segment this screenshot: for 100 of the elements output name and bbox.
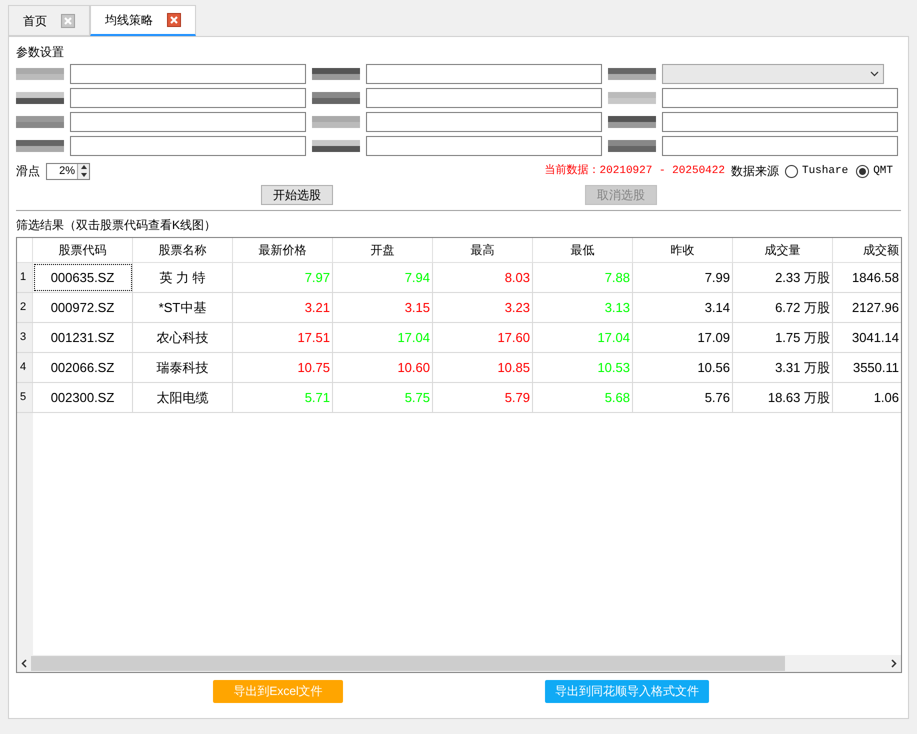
table-cell: 7.88 bbox=[533, 263, 633, 292]
table-cell: 10.75 bbox=[233, 353, 333, 382]
input-field[interactable] bbox=[70, 112, 306, 132]
table-cell: 7.99 bbox=[633, 263, 733, 292]
column-header[interactable]: 开盘 bbox=[333, 238, 433, 262]
scroll-right-icon[interactable] bbox=[891, 659, 897, 668]
chevron-down-icon bbox=[870, 71, 879, 77]
pixelated-label bbox=[608, 137, 656, 155]
pixelated-label bbox=[16, 89, 64, 107]
table-cell-text: 1846.58 bbox=[851, 268, 900, 287]
column-header[interactable]: 成交量 bbox=[733, 238, 833, 262]
table-cell: 17.09 bbox=[633, 323, 733, 352]
input-field[interactable] bbox=[70, 64, 306, 84]
table-cell: 10.56 bbox=[633, 353, 733, 382]
table-cell: 3.15 bbox=[333, 293, 433, 322]
table-cell: 17.04 bbox=[533, 323, 633, 352]
table-cell-text: 2127.96 bbox=[851, 298, 900, 317]
input-field[interactable] bbox=[366, 136, 602, 156]
table-cell: *ST中基 bbox=[133, 293, 233, 322]
pixelated-label bbox=[312, 65, 360, 83]
table-cell: 英 力 特 bbox=[133, 263, 233, 292]
pixelated-label bbox=[608, 113, 656, 131]
input-field[interactable] bbox=[662, 112, 898, 132]
spin-box[interactable]: 2% bbox=[46, 162, 90, 180]
table-cell: 瑞泰科技 bbox=[133, 353, 233, 382]
table-cell[interactable]: 002066.SZ bbox=[33, 353, 133, 382]
table-cell: 5.76 bbox=[633, 383, 733, 412]
table-cell: 5.68 bbox=[533, 383, 633, 412]
radio-option[interactable]: Tushare bbox=[784, 162, 848, 180]
pixelated-label bbox=[608, 65, 656, 83]
spinner-arrows-icon[interactable] bbox=[77, 164, 89, 178]
table-cell[interactable]: 002300.SZ bbox=[33, 383, 133, 412]
table-cell: 1.75 万股 bbox=[733, 323, 833, 352]
input-field[interactable] bbox=[70, 136, 306, 156]
column-header[interactable]: 最新价格 bbox=[233, 238, 333, 262]
input-field[interactable] bbox=[366, 64, 602, 84]
row-number: 1 bbox=[17, 263, 33, 292]
radio-button[interactable] bbox=[856, 164, 870, 178]
row-number: 5 bbox=[17, 383, 33, 412]
table-cell: 6.72 万股 bbox=[733, 293, 833, 322]
table-cell: 5.71 bbox=[233, 383, 333, 412]
pixelated-label bbox=[312, 89, 360, 107]
close-icon[interactable] bbox=[167, 13, 181, 27]
column-header[interactable]: 最高 bbox=[433, 238, 533, 262]
row-number: 3 bbox=[17, 323, 33, 352]
table-cell-text: 1.06 bbox=[872, 388, 900, 407]
tab[interactable]: 首页 bbox=[8, 5, 90, 36]
section-title: 参数设置 bbox=[16, 45, 64, 59]
table-cell: 17.51 bbox=[233, 323, 333, 352]
table-cell[interactable]: 001231.SZ bbox=[33, 323, 133, 352]
table-cell: 太阳电缆 bbox=[133, 383, 233, 412]
table-cell: 17.04 bbox=[333, 323, 433, 352]
scroll-left-icon[interactable] bbox=[21, 659, 27, 668]
section-title: 筛选结果（双击股票代码查看K线图） bbox=[16, 218, 216, 232]
table-cell: 8.03 bbox=[433, 263, 533, 292]
pixelated-label bbox=[16, 113, 64, 131]
close-icon[interactable] bbox=[61, 14, 75, 28]
data-range-text: 当前数据：20210927 - 20250422 bbox=[544, 163, 725, 179]
table-cell: 18.63 万股 bbox=[733, 383, 833, 412]
source-label: 数据来源 bbox=[730, 163, 779, 180]
radio-button[interactable] bbox=[784, 164, 798, 178]
pixelated-label bbox=[312, 137, 360, 155]
tab[interactable]: 均线策略 bbox=[90, 5, 196, 36]
input-field[interactable] bbox=[662, 136, 898, 156]
input-field[interactable] bbox=[662, 88, 898, 108]
table-cell: 3.13 bbox=[533, 293, 633, 322]
table-cell[interactable]: 000972.SZ bbox=[33, 293, 133, 322]
table-cell: 10.85 bbox=[433, 353, 533, 382]
row-number: 2 bbox=[17, 293, 33, 322]
table-cell[interactable]: 000635.SZ bbox=[33, 263, 133, 292]
pixelated-label bbox=[312, 113, 360, 131]
pixelated-label bbox=[608, 89, 656, 107]
radio-option[interactable]: QMT bbox=[856, 162, 893, 180]
table-cell-text: 3041.14 bbox=[851, 328, 900, 347]
table-cell: 7.94 bbox=[333, 263, 433, 292]
scrollbar-thumb[interactable] bbox=[31, 656, 785, 671]
input-field[interactable] bbox=[70, 88, 306, 108]
table-cell: 5.75 bbox=[333, 383, 433, 412]
input-field[interactable] bbox=[366, 112, 602, 132]
table-cell: 3.31 万股 bbox=[733, 353, 833, 382]
table-cell: 2.33 万股 bbox=[733, 263, 833, 292]
pixelated-label bbox=[16, 65, 64, 83]
row-number: 4 bbox=[17, 353, 33, 382]
column-header[interactable]: 成交额 bbox=[833, 238, 901, 262]
table-cell: 5.79 bbox=[433, 383, 533, 412]
input-field[interactable] bbox=[366, 88, 602, 108]
table-cell: 7.97 bbox=[233, 263, 333, 292]
table-cell: 10.53 bbox=[533, 353, 633, 382]
table-cell: 17.60 bbox=[433, 323, 533, 352]
column-header[interactable]: 昨收 bbox=[633, 238, 733, 262]
table-cell: 10.60 bbox=[333, 353, 433, 382]
table-cell: 3.23 bbox=[433, 293, 533, 322]
table-cell: 农心科技 bbox=[133, 323, 233, 352]
slippage-label: 滑点 bbox=[16, 163, 40, 180]
button[interactable]: 开始选股 bbox=[261, 185, 333, 205]
column-header[interactable]: 股票代码 bbox=[33, 238, 133, 262]
table-cell: 3.14 bbox=[633, 293, 733, 322]
horizontal-scrollbar[interactable] bbox=[17, 655, 901, 672]
column-header[interactable]: 股票名称 bbox=[133, 238, 233, 262]
column-header[interactable]: 最低 bbox=[533, 238, 633, 262]
